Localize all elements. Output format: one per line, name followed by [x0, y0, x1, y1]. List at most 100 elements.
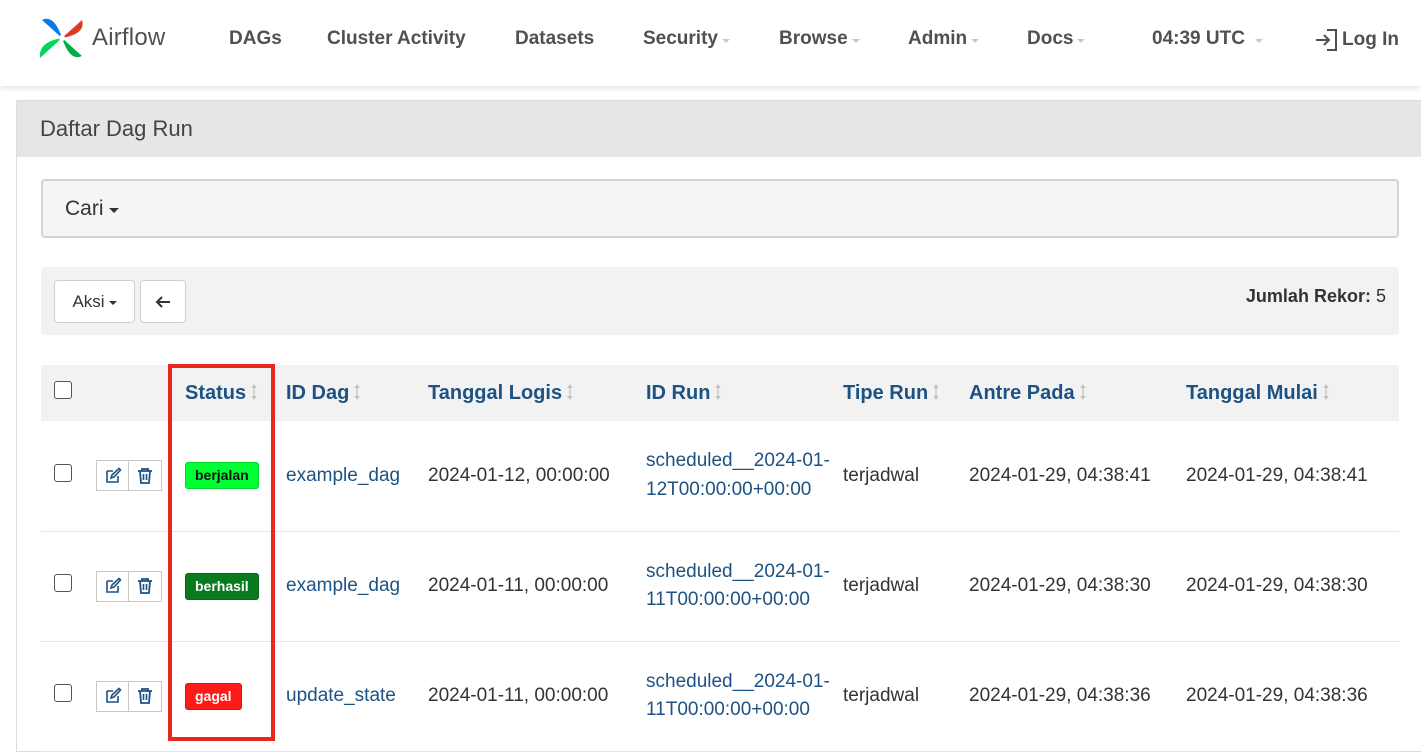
nav-docs[interactable]: Docs	[1027, 28, 1086, 50]
table-header-row: Status ID Dag Tanggal Logis ID Run Tipe …	[41, 365, 1399, 421]
nav-cluster-activity-label: Cluster Activity	[327, 28, 466, 49]
edit-icon	[105, 467, 122, 483]
run-id-link[interactable]: scheduled__2024-01-11T00:00:00+00:00	[644, 641, 841, 751]
login-icon	[1316, 29, 1337, 51]
column-label: Tipe Run	[843, 381, 929, 404]
logical-date: 2024-01-12, 00:00:00	[428, 464, 610, 486]
airflow-brand[interactable]: Airflow	[36, 12, 165, 64]
logical-date: 2024-01-11, 00:00:00	[428, 685, 609, 706]
top-navbar: Airflow DAGs Cluster Activity Datasets S…	[0, 0, 1421, 86]
column-label: Tanggal Logis	[428, 381, 563, 404]
nav-dags[interactable]: DAGs	[229, 28, 282, 50]
logical-date: 2024-01-11, 00:00:00	[428, 575, 609, 596]
sort-icon	[251, 383, 258, 400]
column-label: Tanggal Mulai	[1186, 381, 1318, 404]
arrow-left-icon	[155, 295, 170, 308]
start-date: 2024-01-29, 04:38:36	[1186, 685, 1368, 706]
caret-down-icon	[108, 300, 117, 305]
nav-admin-label: Admin	[908, 28, 968, 49]
edit-icon	[105, 687, 122, 703]
caret-down-icon	[851, 38, 860, 43]
edit-button[interactable]	[96, 570, 129, 602]
search-label: Cari	[65, 196, 104, 220]
column-header-run-id[interactable]: ID Run	[644, 365, 841, 421]
queued-at: 2024-01-29, 04:38:36	[969, 685, 1151, 706]
run-type: terjadwal	[843, 464, 920, 486]
start-date: 2024-01-29, 04:38:30	[1186, 575, 1368, 596]
column-header-start-date[interactable]: Tanggal Mulai	[1184, 365, 1399, 421]
column-label: Status	[185, 381, 247, 404]
column-label: ID Dag	[286, 381, 350, 404]
dag-id-link[interactable]: update_state	[285, 641, 427, 751]
trash-icon	[138, 467, 152, 484]
column-label: ID Run	[646, 381, 711, 404]
column-header-logical-date[interactable]: Tanggal Logis	[427, 365, 644, 421]
table-row: berjalan example_dag 2024-01-12, 00:00:0…	[41, 421, 1399, 531]
sort-icon	[354, 383, 361, 400]
row-actions	[96, 570, 162, 602]
run-id-link[interactable]: scheduled__2024-01-12T00:00:00+00:00	[644, 421, 841, 531]
table-row: berhasil example_dag 2024-01-11, 00:00:0…	[41, 531, 1399, 641]
row-checkbox[interactable]	[54, 684, 72, 702]
status-badge: gagal	[185, 682, 242, 710]
login-label: Log In	[1342, 29, 1399, 50]
brand-name: Airflow	[92, 24, 166, 51]
caret-down-icon	[1254, 38, 1263, 43]
dag-id-link[interactable]: example_dag	[285, 421, 427, 531]
dag-run-panel: Daftar Dag Run Cari Aksi Jumlah Rekor: 5	[16, 100, 1421, 752]
caret-down-icon	[108, 207, 119, 213]
login-link[interactable]: Log In	[1314, 27, 1399, 53]
table-toolbar: Aksi Jumlah Rekor: 5	[41, 267, 1399, 335]
run-type: terjadwal	[843, 575, 920, 596]
row-checkbox[interactable]	[54, 574, 72, 592]
status-badge: berjalan	[185, 462, 259, 490]
clock-label: 04:39 UTC	[1152, 28, 1245, 49]
queued-at: 2024-01-29, 04:38:41	[969, 464, 1151, 486]
caret-down-icon	[721, 38, 730, 43]
nav-dags-label: DAGs	[229, 28, 282, 49]
table-row: gagal update_state 2024-01-11, 00:00:00 …	[41, 641, 1399, 751]
delete-button[interactable]	[129, 570, 162, 602]
record-count-label: Jumlah Rekor:	[1245, 286, 1371, 306]
column-header-dag-id[interactable]: ID Dag	[285, 365, 427, 421]
sort-icon	[1079, 383, 1086, 400]
sort-icon	[1322, 383, 1329, 400]
sort-icon	[567, 383, 574, 400]
trash-icon	[138, 688, 152, 704]
nav-browse[interactable]: Browse	[779, 28, 860, 50]
dag-id-link[interactable]: example_dag	[285, 531, 427, 641]
column-header-queued-at[interactable]: Antre Pada	[967, 365, 1184, 421]
nav-datasets[interactable]: Datasets	[515, 28, 594, 50]
select-all-checkbox[interactable]	[54, 381, 72, 399]
column-header-status[interactable]: Status	[184, 365, 285, 421]
run-type: terjadwal	[843, 685, 920, 706]
caret-down-icon	[971, 38, 980, 43]
nav-security[interactable]: Security	[643, 28, 730, 50]
nav-admin[interactable]: Admin	[908, 28, 980, 50]
queued-at: 2024-01-29, 04:38:30	[969, 575, 1151, 596]
nav-clock[interactable]: 04:39 UTC	[1152, 28, 1263, 50]
caret-down-icon	[1077, 38, 1086, 43]
search-toggle[interactable]: Cari	[41, 179, 1399, 238]
record-count-value: 5	[1375, 286, 1386, 306]
actions-button[interactable]: Aksi	[54, 280, 135, 323]
column-header-run-type[interactable]: Tipe Run	[841, 365, 967, 421]
back-button[interactable]	[140, 280, 186, 323]
airflow-logo-icon	[39, 18, 83, 58]
row-checkbox[interactable]	[54, 463, 72, 482]
nav-security-label: Security	[643, 28, 718, 49]
actions-label: Aksi	[72, 291, 105, 311]
edit-button[interactable]	[96, 680, 129, 712]
delete-button[interactable]	[129, 460, 162, 492]
panel-title: Daftar Dag Run	[17, 101, 1421, 157]
sort-icon	[715, 383, 722, 400]
trash-icon	[138, 578, 152, 594]
edit-icon	[105, 577, 122, 593]
nav-docs-label: Docs	[1027, 28, 1074, 49]
delete-button[interactable]	[129, 680, 162, 712]
nav-cluster-activity[interactable]: Cluster Activity	[327, 28, 466, 50]
row-actions	[96, 460, 162, 492]
edit-button[interactable]	[96, 460, 129, 492]
run-id-link[interactable]: scheduled__2024-01-11T00:00:00+00:00	[644, 531, 841, 641]
status-badge: berhasil	[185, 572, 259, 600]
